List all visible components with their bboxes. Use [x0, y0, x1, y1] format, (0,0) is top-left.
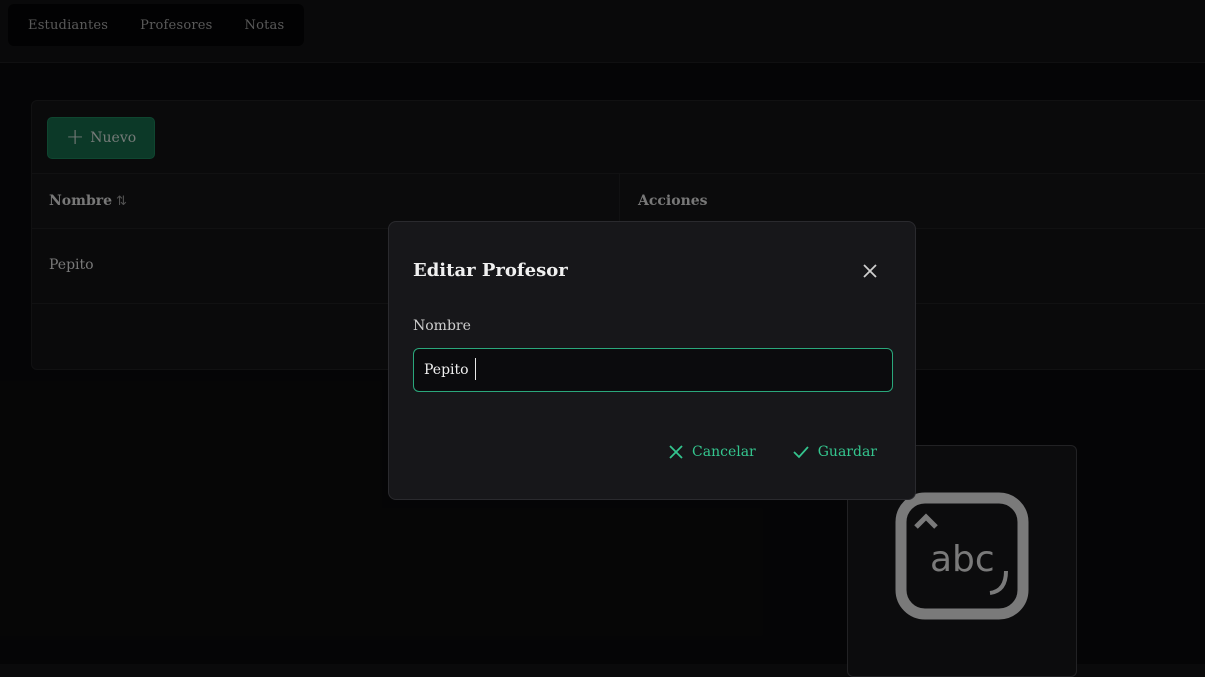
name-input[interactable]: [413, 348, 893, 392]
check-icon: [793, 446, 809, 459]
name-field-label: Nombre: [413, 318, 471, 334]
keyboard-abc-icon[interactable]: abc: [894, 491, 1030, 621]
close-button[interactable]: [859, 260, 881, 282]
cancel-button[interactable]: Cancelar: [668, 444, 756, 460]
save-button-label: Guardar: [817, 444, 877, 460]
save-button[interactable]: Guardar: [792, 444, 877, 460]
cancel-button-label: Cancelar: [692, 444, 756, 460]
abc-text: abc: [930, 539, 995, 580]
dialog-footer: Cancelar Guardar: [668, 444, 877, 460]
text-cursor: [475, 358, 476, 380]
dialog-title: Editar Profesor: [413, 260, 568, 281]
close-icon: [669, 445, 683, 459]
edit-teacher-dialog: Editar Profesor Nombre Cancelar Guardar: [388, 221, 916, 500]
close-icon: [863, 264, 877, 278]
